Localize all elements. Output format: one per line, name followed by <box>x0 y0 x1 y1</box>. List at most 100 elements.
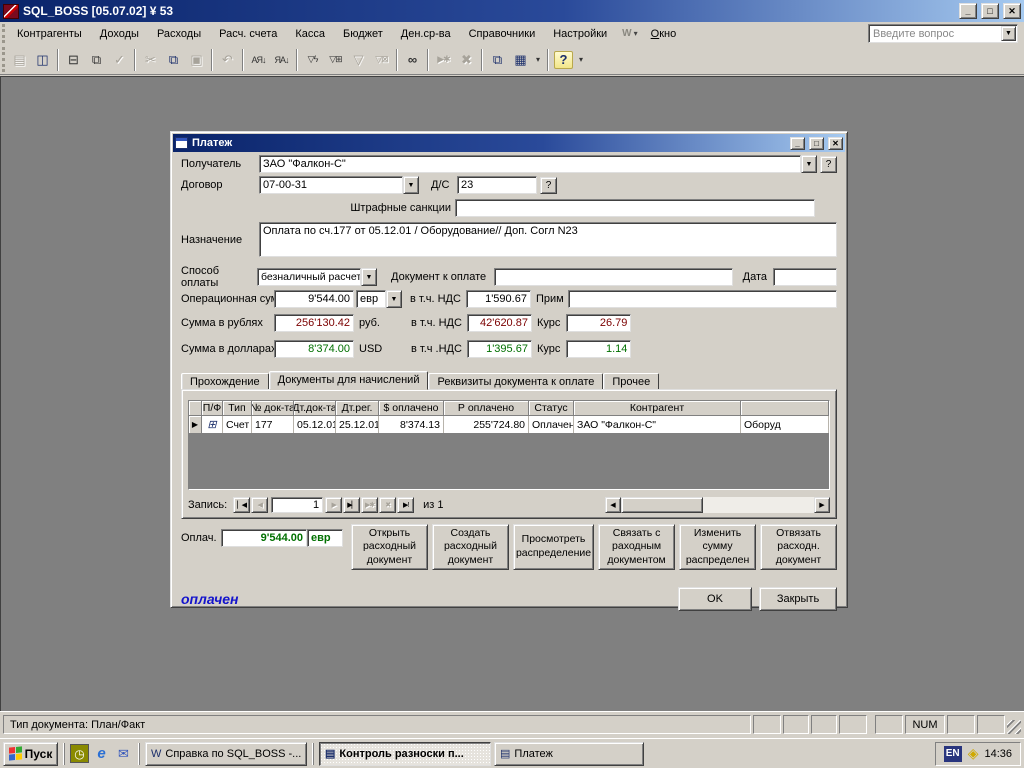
grid-horizontal-scrollbar[interactable]: ◀ ▶ <box>605 497 830 513</box>
close-button[interactable]: ✕ <box>1003 3 1021 19</box>
method-combobox[interactable]: безналичный расчет ▼ <box>257 268 377 286</box>
tab-rekvizity-dokumenta[interactable]: Реквизиты документа к оплате <box>428 373 603 390</box>
menubar-grip[interactable] <box>2 24 5 43</box>
print-preview-icon[interactable]: ⧉ <box>85 49 108 71</box>
tab-prohozhdenie[interactable]: Прохождение <box>181 373 269 390</box>
filter-icon[interactable]: ▽ <box>347 49 370 71</box>
grid-header-usd-paid[interactable]: $ оплачено <box>379 401 444 416</box>
grid-data-row[interactable]: ▶ ⊞ Счет 177 05.12.01 25.12.01 8'374.13 … <box>189 416 829 433</box>
ask-question-box[interactable]: Введите вопрос ▼ <box>868 24 1018 43</box>
grid-header-kontragent[interactable]: Контрагент <box>574 401 741 416</box>
previous-record-button[interactable]: ◀ <box>251 497 268 513</box>
recipient-help-button[interactable]: ? <box>820 156 837 173</box>
usd-field[interactable]: 8'374.00 <box>274 340 354 358</box>
ok-button[interactable]: OK <box>678 587 752 611</box>
grid-header-status[interactable]: Статус <box>529 401 574 416</box>
penalty-field[interactable] <box>455 199 815 217</box>
view-distribution-button[interactable]: Просмотреть распределение <box>513 524 594 570</box>
link-expense-doc-button[interactable]: Связать с раходным документом <box>598 524 675 570</box>
tab-prochee[interactable]: Прочее <box>603 373 659 390</box>
op-sum-field[interactable]: 9'544.00 <box>274 290 354 308</box>
task-payment[interactable]: ▤ Платеж <box>494 742 644 766</box>
toolbar-grip[interactable] <box>2 47 5 72</box>
copy-icon[interactable]: ⧉ <box>162 49 185 71</box>
first-record-button[interactable]: ▏◀ <box>233 497 250 513</box>
language-indicator[interactable]: EN <box>944 746 962 762</box>
recipient-dropdown-icon[interactable]: ▼ <box>801 155 817 173</box>
new-record-icon[interactable]: ▶✱ <box>432 49 455 71</box>
minimize-button[interactable]: _ <box>959 3 977 19</box>
grid-header-pf[interactable]: П/Ф <box>202 401 223 416</box>
grid-header-doc-number[interactable]: № док-та <box>252 401 294 416</box>
filter-by-selection-icon[interactable]: ▽ϟ <box>301 49 324 71</box>
delete-record-icon[interactable]: ✖ <box>455 49 478 71</box>
cancel-record-button[interactable]: ✖ <box>379 497 396 513</box>
grid-header-tip[interactable]: Тип <box>223 401 252 416</box>
usd-vat-field[interactable]: 1'395.67 <box>467 340 532 358</box>
cut-icon[interactable]: ✂ <box>139 49 162 71</box>
op-vat-field[interactable]: 1'590.67 <box>466 290 531 308</box>
scrollbar-track[interactable] <box>703 497 814 513</box>
rub-vat-field[interactable]: 42'620.87 <box>467 314 532 332</box>
note-field[interactable] <box>568 290 837 308</box>
paid-currency-field[interactable]: евр <box>307 529 343 547</box>
menu-rashody[interactable]: Расходы <box>148 25 210 43</box>
dialog-maximize-button[interactable]: □ <box>809 137 824 150</box>
clock-time[interactable]: 14:36 <box>984 748 1012 760</box>
dialog-minimize-button[interactable]: _ <box>790 137 805 150</box>
ask-question-dropdown-icon[interactable]: ▼ <box>1001 26 1016 41</box>
new-object-icon[interactable]: ▦ <box>509 49 532 71</box>
goto-record-button[interactable]: ▶! <box>397 497 414 513</box>
rub-field[interactable]: 256'130.42 <box>274 314 354 332</box>
contract-dropdown-icon[interactable]: ▼ <box>403 176 419 194</box>
op-currency-dropdown-icon[interactable]: ▼ <box>386 290 402 308</box>
tab-dokumenty-dlya-nachisleniy[interactable]: Документы для начислений <box>269 371 429 390</box>
purpose-field[interactable]: Оплата по сч.177 от 05.12.01 / Оборудова… <box>259 222 837 257</box>
start-button[interactable]: Пуск <box>3 742 58 766</box>
maximize-button[interactable]: □ <box>981 3 999 19</box>
print-icon[interactable]: ⊟ <box>62 49 85 71</box>
resize-grip[interactable] <box>1007 720 1021 734</box>
recipient-combobox[interactable]: ЗАО "Фалкон-С" ▼ <box>259 155 817 173</box>
new-record-button[interactable]: ▶✱ <box>361 497 378 513</box>
op-currency-combobox[interactable]: евр ▼ <box>356 290 402 308</box>
close-dialog-button[interactable]: Закрыть <box>759 587 837 611</box>
method-dropdown-icon[interactable]: ▼ <box>361 268 377 286</box>
grid-header-extra[interactable] <box>741 401 829 416</box>
date-field[interactable] <box>773 268 837 286</box>
create-expense-doc-button[interactable]: Создать расходный документ <box>432 524 509 570</box>
tray-app-icon[interactable]: ◈ <box>968 745 979 762</box>
open-expense-doc-button[interactable]: Открыть расходный документ <box>351 524 428 570</box>
scrollbar-thumb[interactable] <box>621 497 703 513</box>
dialog-close-button[interactable]: ✕ <box>828 137 843 150</box>
scroll-left-icon[interactable]: ◀ <box>605 497 621 513</box>
menu-kassa[interactable]: Касса <box>286 25 334 43</box>
contract-help-button[interactable]: ? <box>540 177 557 194</box>
internet-explorer-icon[interactable]: e <box>92 744 111 763</box>
word-menu-icon[interactable]: W <box>616 25 633 42</box>
new-object-caret-icon[interactable]: ▾ <box>532 49 544 71</box>
menu-okno[interactable]: Окно <box>642 25 686 43</box>
scroll-right-icon[interactable]: ▶ <box>814 497 830 513</box>
spellcheck-icon[interactable]: ✓ <box>108 49 131 71</box>
task-control[interactable]: ▤ Контроль разноски п... <box>319 742 491 766</box>
undo-icon[interactable]: ↶ <box>216 49 239 71</box>
next-record-button[interactable]: ▶ <box>325 497 342 513</box>
grid-header-reg-date[interactable]: Дт.рег. <box>336 401 379 416</box>
unlink-expense-doc-button[interactable]: Отвязать расходн. документ <box>760 524 837 570</box>
apply-filter-icon[interactable]: ▽⊠ <box>370 49 393 71</box>
menu-rasch-scheta[interactable]: Расч. счета <box>210 25 286 43</box>
save-icon[interactable]: ▤ <box>8 49 31 71</box>
grid-header-rub-paid[interactable]: Р оплачено <box>444 401 529 416</box>
usd-rate-field[interactable]: 1.14 <box>566 340 631 358</box>
ds-field[interactable]: 23 <box>457 176 537 194</box>
record-number-field[interactable]: 1 <box>271 497 323 513</box>
sort-descending-icon[interactable]: ЯА↓ <box>270 49 293 71</box>
change-distribution-sum-button[interactable]: Изменить сумму распределен <box>679 524 756 570</box>
find-icon[interactable]: ∞ <box>401 49 424 71</box>
database-window-icon[interactable]: ⧉ <box>486 49 509 71</box>
toolbar-options-icon[interactable]: ▾ <box>575 49 587 71</box>
menu-byudzhet[interactable]: Бюджет <box>334 25 392 43</box>
datasheet-lookup-icon[interactable]: ◫ <box>31 49 54 71</box>
clock-icon[interactable]: ◷ <box>70 744 89 763</box>
